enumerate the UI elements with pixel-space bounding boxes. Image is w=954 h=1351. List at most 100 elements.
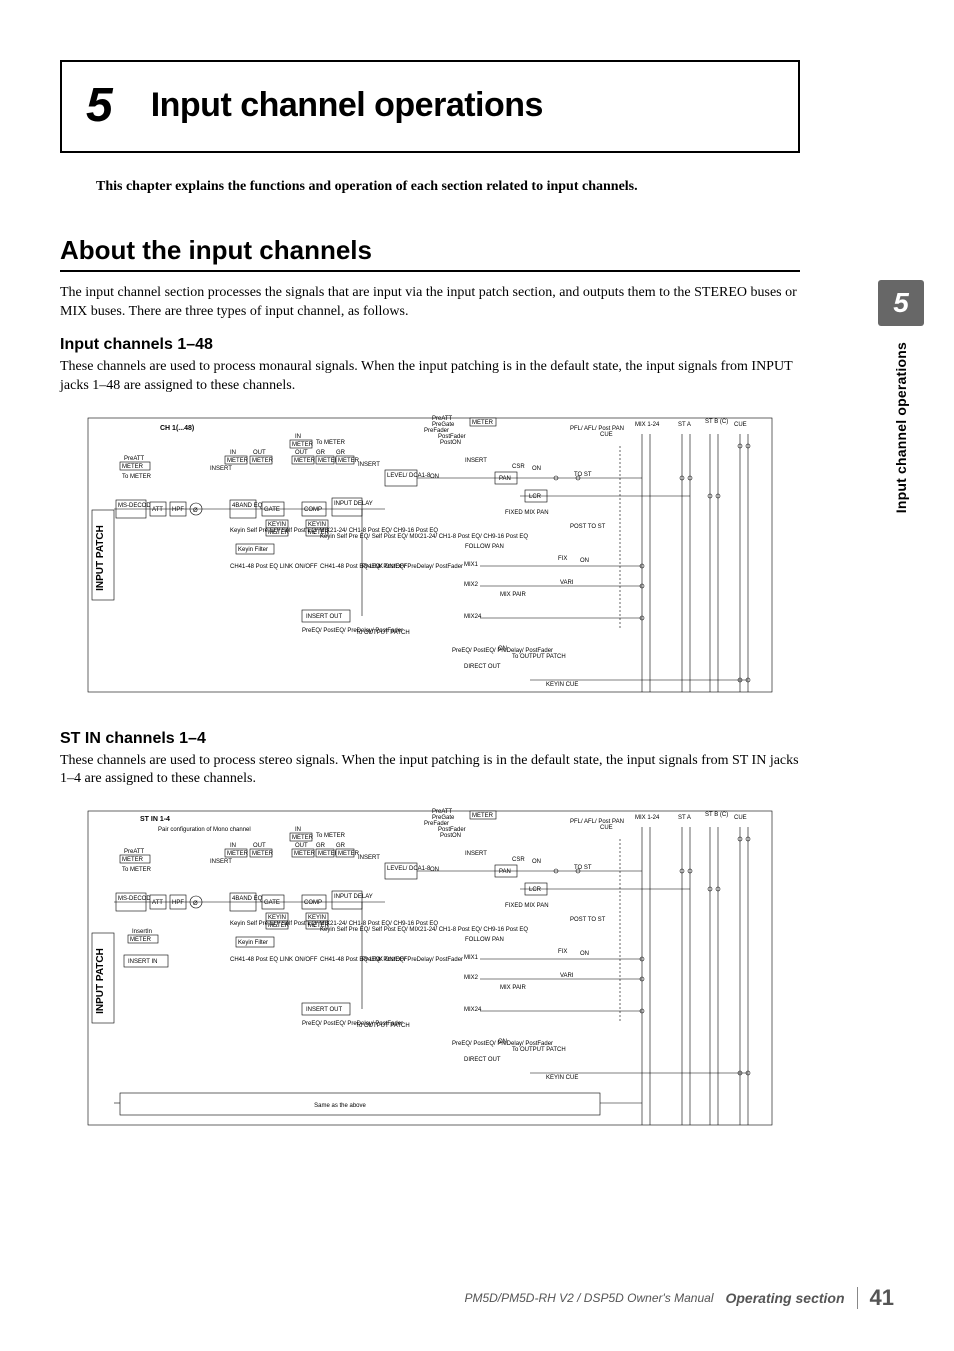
svg-text:MS-DECODE: MS-DECODE: [118, 896, 155, 902]
sub-heading-input-1-48: Input channels 1–48: [60, 336, 800, 354]
svg-text:TO ST: TO ST: [574, 472, 592, 478]
svg-text:INPUT PATCH: INPUT PATCH: [95, 948, 106, 1014]
svg-text:ST A: ST A: [678, 815, 691, 821]
svg-text:OUT: OUT: [253, 450, 266, 456]
svg-text:Keyin Self Pre EQ/ Self Post E: Keyin Self Pre EQ/ Self Post EQ/ MIX21-2…: [320, 534, 528, 540]
footer-manual-name: PM5D/PM5D-RH V2 / DSP5D Owner's Manual: [464, 1291, 713, 1305]
svg-text:VARI: VARI: [560, 580, 574, 586]
svg-text:MIX1: MIX1: [464, 562, 479, 568]
svg-text:KEYIN CUE: KEYIN CUE: [546, 1075, 578, 1081]
svg-text:To METER: To METER: [122, 474, 152, 480]
page: 5 Input channel operations 5 Input chann…: [0, 0, 954, 1351]
footer-page-number: 41: [870, 1285, 894, 1311]
svg-text:CUE: CUE: [600, 825, 613, 831]
svg-text:DIRECT OUT: DIRECT OUT: [464, 1057, 501, 1063]
svg-text:MIX2: MIX2: [464, 582, 479, 588]
svg-text:COMP: COMP: [304, 900, 322, 906]
svg-text:COMP: COMP: [304, 507, 322, 513]
svg-text:ON: ON: [430, 867, 439, 873]
svg-text:MIX24: MIX24: [464, 1007, 482, 1013]
side-tab: 5 Input channel operations: [878, 280, 924, 513]
svg-text:HPF: HPF: [172, 507, 184, 513]
svg-text:METER: METER: [252, 458, 274, 464]
svg-text:To OUTPUT PATCH: To OUTPUT PATCH: [356, 1023, 410, 1029]
svg-text:METER: METER: [227, 851, 249, 857]
svg-text:PostON: PostON: [440, 440, 461, 446]
svg-text:MS-DECODE: MS-DECODE: [118, 503, 155, 509]
svg-text:GATE: GATE: [264, 900, 280, 906]
svg-text:ON: ON: [498, 1039, 507, 1045]
svg-text:Keyin Filter: Keyin Filter: [238, 547, 268, 553]
svg-text:To METER: To METER: [316, 833, 346, 839]
sub-body-stin-1-4: These channels are used to process stere…: [60, 752, 800, 790]
svg-text:METER: METER: [294, 458, 316, 464]
svg-text:PAN: PAN: [499, 869, 511, 875]
svg-text:PFL/ AFL/ Post PAN: PFL/ AFL/ Post PAN: [570, 819, 624, 825]
chapter-intro: This chapter explains the functions and …: [96, 179, 800, 195]
svg-text:ON: ON: [532, 859, 541, 865]
svg-text:OUT: OUT: [253, 843, 266, 849]
svg-text:InsertIn: InsertIn: [132, 929, 152, 935]
svg-text:CUE: CUE: [734, 422, 747, 428]
svg-text:PreATT: PreATT: [124, 456, 145, 462]
chapter-title: Input channel operations: [151, 86, 543, 125]
svg-text:FIXED MIX PAN: FIXED MIX PAN: [505, 903, 549, 909]
footer-divider: [857, 1287, 858, 1309]
block-diagram-input-channels: INPUT PATCH CH 1(...48) MIX 1-24 ST A ST…: [80, 410, 780, 700]
svg-text:PreEQ/ PostEQ/ PreDelay/ PostF: PreEQ/ PostEQ/ PreDelay/ PostFader: [362, 957, 463, 963]
svg-text:ST A: ST A: [678, 422, 691, 428]
page-footer: PM5D/PM5D-RH V2 / DSP5D Owner's Manual O…: [60, 1285, 894, 1311]
svg-text:ST B (C): ST B (C): [705, 419, 728, 425]
svg-text:HPF: HPF: [172, 900, 184, 906]
svg-text:LCR: LCR: [529, 887, 542, 893]
svg-text:IN: IN: [230, 843, 236, 849]
svg-text:INPUT DELAY: INPUT DELAY: [334, 501, 373, 507]
svg-text:INPUT PATCH: INPUT PATCH: [95, 525, 106, 591]
svg-text:OUT: OUT: [295, 843, 308, 849]
chapter-number: 5: [86, 78, 113, 133]
svg-text:ON: ON: [498, 646, 507, 652]
sub-heading-stin-1-4: ST IN channels 1–4: [60, 730, 800, 748]
footer-section-name: Operating section: [725, 1290, 844, 1306]
svg-text:ST B (C): ST B (C): [705, 812, 728, 818]
section-body-about: The input channel section processes the …: [60, 284, 800, 322]
svg-text:VARI: VARI: [560, 973, 574, 979]
section-heading-about: About the input channels: [60, 235, 800, 266]
svg-text:CSR: CSR: [512, 857, 525, 863]
svg-text:MIX 1-24: MIX 1-24: [635, 815, 660, 821]
svg-text:METER: METER: [294, 851, 316, 857]
svg-text:METER: METER: [227, 458, 249, 464]
svg-text:GR: GR: [336, 843, 346, 849]
section-rule: [60, 270, 800, 272]
svg-text:INSERT OUT: INSERT OUT: [306, 1007, 342, 1013]
svg-text:INSERT: INSERT: [210, 466, 232, 472]
svg-text:GR: GR: [316, 843, 326, 849]
svg-text:4BAND EQ: 4BAND EQ: [232, 503, 263, 509]
svg-text:CUE: CUE: [600, 432, 613, 438]
svg-text:METER: METER: [130, 937, 152, 943]
svg-text:ST IN 1-4: ST IN 1-4: [140, 816, 170, 823]
svg-text:ON: ON: [580, 951, 589, 957]
svg-text:METER: METER: [338, 458, 360, 464]
svg-text:METER: METER: [292, 835, 314, 841]
svg-text:CH41-48 Post EQ LINK ON/OFF: CH41-48 Post EQ LINK ON/OFF: [230, 957, 318, 963]
svg-text:METER: METER: [472, 420, 494, 426]
svg-text:FIXED MIX PAN: FIXED MIX PAN: [505, 510, 549, 516]
svg-text:IN: IN: [295, 434, 301, 440]
svg-text:FOLLOW PAN: FOLLOW PAN: [465, 937, 504, 943]
svg-text:ON: ON: [580, 558, 589, 564]
svg-text:FIX: FIX: [558, 556, 567, 562]
svg-text:OUT: OUT: [295, 450, 308, 456]
svg-text:DIRECT OUT: DIRECT OUT: [464, 664, 501, 670]
svg-text:IN: IN: [295, 827, 301, 833]
svg-text:KEYIN CUE: KEYIN CUE: [546, 682, 578, 688]
svg-text:IN: IN: [230, 450, 236, 456]
svg-text:CUE: CUE: [734, 815, 747, 821]
svg-text:METER: METER: [472, 813, 494, 819]
svg-text:METER: METER: [122, 857, 144, 863]
svg-text:INSERT: INSERT: [358, 462, 380, 468]
svg-text:To OUTPUT PATCH: To OUTPUT PATCH: [512, 654, 566, 660]
svg-text:GATE: GATE: [264, 507, 280, 513]
svg-text:ATT: ATT: [152, 900, 163, 906]
side-tab-number: 5: [878, 280, 924, 326]
